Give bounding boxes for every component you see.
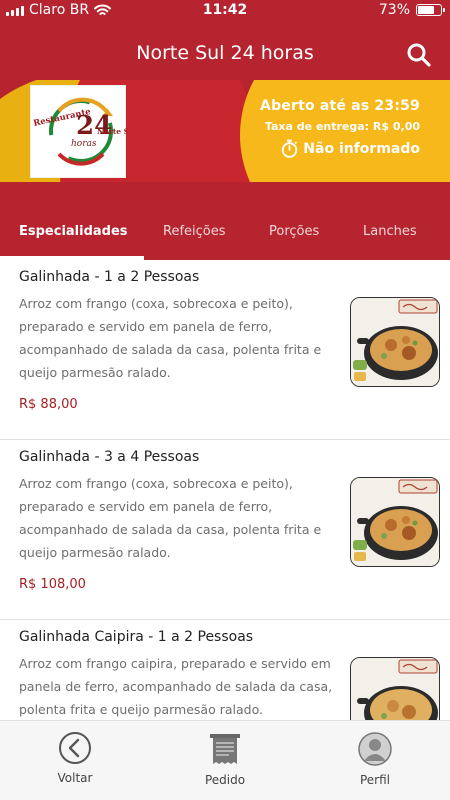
page-title: Norte Sul 24 horas <box>136 42 314 64</box>
nav-back-button[interactable]: Voltar <box>25 731 125 785</box>
search-icon <box>407 43 431 67</box>
tab-lanches[interactable]: Lanches <box>363 224 417 239</box>
item-description: Arroz com frango caipira, preparado e se… <box>19 656 333 717</box>
tab-porcoes[interactable]: Porções <box>269 224 319 239</box>
user-icon <box>358 732 392 766</box>
item-description: Arroz com frango (coxa, sobrecoxa e peit… <box>19 296 322 380</box>
item-photo <box>350 657 440 720</box>
item-name: Galinhada - 1 a 2 Pessoas <box>19 269 200 285</box>
status-right: 73% <box>378 2 445 18</box>
logo-text-horas: horas <box>71 139 97 149</box>
status-bar: Claro BR 11:42 73% <box>0 0 450 22</box>
item-price: R$ 88,00 <box>19 397 78 412</box>
category-tabs: Especialidades Refeições Porções Lanches <box>0 182 450 260</box>
restaurant-info: Aberto até as 23:59 Taxa de entrega: R$ … <box>260 98 420 158</box>
opening-hours: Aberto até as 23:59 <box>260 98 420 114</box>
app-bar: Norte Sul 24 horas <box>0 22 450 80</box>
item-name: Galinhada - 3 a 4 Pessoas <box>19 449 200 465</box>
back-arrow-icon <box>59 732 91 764</box>
battery-icon <box>416 4 445 16</box>
list-item[interactable]: Galinhada Caipira - 1 a 2 Pessoas Arroz … <box>0 620 450 720</box>
item-price: R$ 108,00 <box>19 577 86 592</box>
nav-label: Voltar <box>57 771 93 785</box>
logo-text-norte-sul: Norte Sul <box>97 127 127 136</box>
list-item[interactable]: Galinhada - 1 a 2 Pessoas Arroz com fran… <box>0 260 450 440</box>
stopwatch-icon <box>282 139 298 158</box>
tab-especialidades[interactable]: Especialidades <box>19 224 128 239</box>
battery-fill <box>418 6 435 14</box>
item-name: Galinhada Caipira - 1 a 2 Pessoas <box>19 629 254 645</box>
item-description: Arroz com frango (coxa, sobrecoxa e peit… <box>19 476 322 560</box>
bottom-navigation: Voltar Pedido Perfil <box>0 720 450 800</box>
menu-list: Galinhada - 1 a 2 Pessoas Arroz com fran… <box>0 260 450 720</box>
battery-percent: 73% <box>378 2 410 18</box>
search-button[interactable] <box>406 42 432 68</box>
list-item[interactable]: Galinhada - 3 a 4 Pessoas Arroz com fran… <box>0 440 450 620</box>
restaurant-logo: Restaurante 24 Norte Sul horas <box>30 85 138 178</box>
logo-text-24: 24 <box>76 111 112 141</box>
delivery-fee: Taxa de entrega: R$ 0,00 <box>264 120 420 133</box>
nav-label: Pedido <box>204 773 246 787</box>
item-photo <box>350 297 440 387</box>
delivery-time-value: Não informado <box>303 140 420 157</box>
restaurant-banner: Restaurante 24 Norte Sul horas Aberto at… <box>0 80 450 182</box>
nav-profile-button[interactable]: Perfil <box>325 731 425 787</box>
receipt-icon <box>210 734 240 764</box>
nav-order-button[interactable]: Pedido <box>175 731 275 787</box>
nav-label: Perfil <box>359 773 391 787</box>
item-photo <box>350 477 440 567</box>
delivery-time: Não informado <box>260 139 420 158</box>
tab-refeicoes[interactable]: Refeições <box>163 224 226 239</box>
